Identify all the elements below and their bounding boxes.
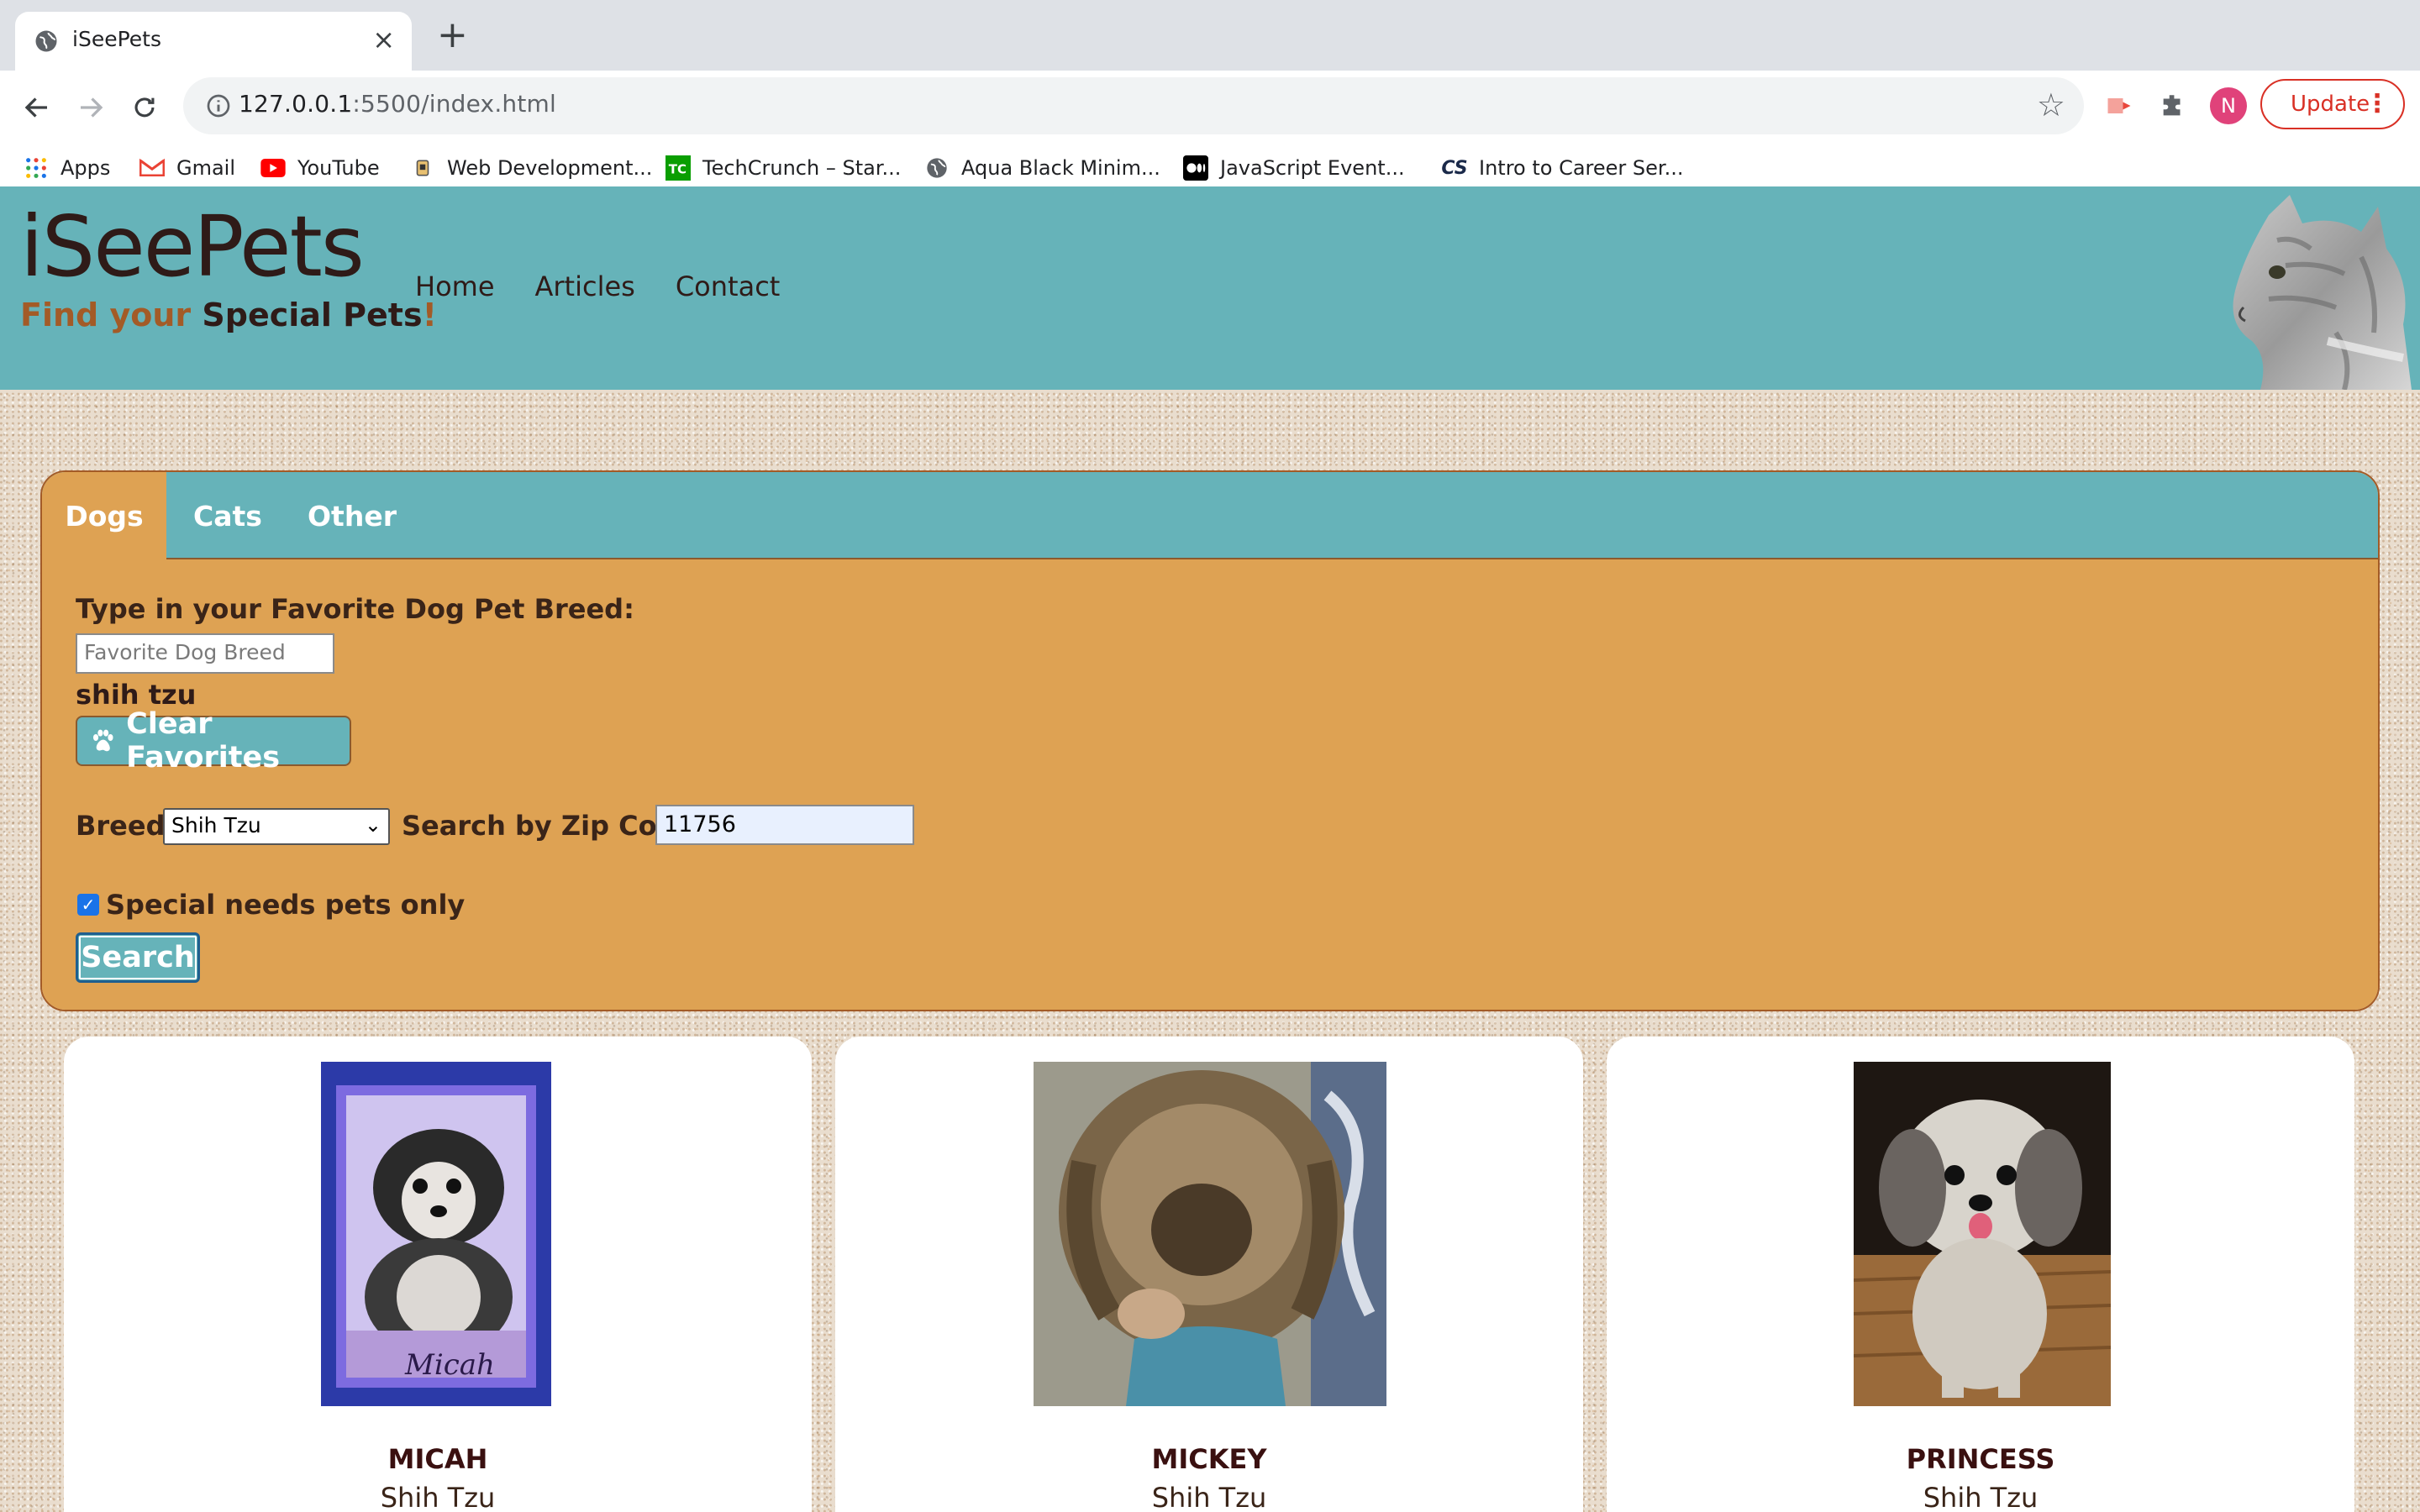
bookmark-favicon-icon <box>410 155 435 181</box>
address-bar[interactable]: 127.0.0.1:5500/index.html ☆ <box>183 77 2084 134</box>
favorite-breed-label: Type in your Favorite Dog Pet Breed: <box>76 593 634 625</box>
pet-breed: Shih Tzu <box>1923 1482 2039 1512</box>
browser-tabstrip: iSeePets × + <box>0 0 2420 71</box>
bookmark-web-development[interactable]: Web Development... <box>410 150 652 186</box>
arrow-right-icon <box>81 97 103 118</box>
paw-icon <box>92 729 113 752</box>
cs-icon: CS <box>1441 157 1468 179</box>
close-tab-icon[interactable]: × <box>372 23 395 56</box>
svg-text:TC: TC <box>669 161 687 176</box>
reload-button[interactable] <box>119 82 170 133</box>
pet-name: MICAH <box>387 1443 488 1475</box>
search-button[interactable]: Search <box>76 932 200 983</box>
svg-text:Micah: Micah <box>404 1348 495 1382</box>
bookmark-apps[interactable]: Apps <box>24 150 110 186</box>
new-tab-button[interactable]: + <box>437 17 468 54</box>
arrow-left-icon <box>24 97 47 118</box>
pet-type-tabs: Dogs Cats Other <box>42 472 2378 559</box>
pet-card[interactable]: MICKEY Shih Tzu <box>835 1037 1583 1512</box>
info-icon[interactable] <box>205 92 232 119</box>
zip-code-input[interactable]: 11756 <box>655 805 914 845</box>
pet-name: PRINCESS <box>1906 1443 2055 1475</box>
nav-home-link[interactable]: Home <box>415 270 495 302</box>
globe-icon <box>924 155 950 181</box>
favorite-breed-input[interactable]: Favorite Dog Breed <box>76 633 334 674</box>
pet-card[interactable]: Micah MICAH Shih Tzu <box>64 1037 812 1512</box>
clear-favorites-button[interactable]: Clear Favorites <box>76 707 351 774</box>
techcrunch-icon: TC <box>666 155 691 181</box>
youtube-icon <box>260 155 286 181</box>
pet-card[interactable]: PRINCESS Shih Tzu <box>1607 1037 2354 1512</box>
pet-name: MICKEY <box>1151 1443 1267 1475</box>
globe-icon <box>35 30 57 52</box>
pet-photo-micah: Micah <box>321 1062 551 1406</box>
browser-tab[interactable]: iSeePets × <box>15 12 412 71</box>
breed-select[interactable]: Shih Tzu ⌄ <box>163 808 390 845</box>
bookmarks-bar: Apps Gmail YouTube Web Development... TC… <box>0 143 2420 193</box>
pet-breed: Shih Tzu <box>380 1482 496 1512</box>
tab-other[interactable]: Other <box>308 472 397 559</box>
page-content: iSeePets Find your Special Pets! Home Ar… <box>0 186 2420 1512</box>
cast-extension-icon[interactable] <box>2101 87 2138 124</box>
profile-avatar[interactable]: N <box>2210 87 2247 124</box>
tab-cats[interactable]: Cats <box>193 472 262 559</box>
nav-articles-link[interactable]: Articles <box>535 270 635 302</box>
bookmark-techcrunch[interactable]: TC TechCrunch – Star... <box>666 150 901 186</box>
chevron-down-icon: ⌄ <box>364 813 381 837</box>
tab-title: iSeePets <box>72 27 161 51</box>
main-nav: Home Articles Contact <box>415 270 780 302</box>
pet-photo-mickey <box>1034 1062 1386 1406</box>
bookmark-star-icon[interactable]: ☆ <box>2037 87 2065 123</box>
back-button[interactable] <box>12 82 62 133</box>
special-needs-checkbox[interactable]: ✓ <box>77 894 99 916</box>
dogs-search-form: Type in your Favorite Dog Pet Breed: Fav… <box>42 559 2378 1010</box>
pet-breed: Shih Tzu <box>1151 1482 1267 1512</box>
menu-dots-icon[interactable]: ⋮ <box>2365 89 2390 119</box>
site-header: iSeePets Find your Special Pets! Home Ar… <box>0 186 2420 390</box>
bookmark-youtube[interactable]: YouTube <box>260 150 380 186</box>
gmail-icon <box>139 155 165 181</box>
apps-grid-icon <box>24 155 49 181</box>
medium-icon <box>1183 155 1208 181</box>
forward-button[interactable] <box>66 82 116 133</box>
bookmark-javascript-event[interactable]: JavaScript Event... <box>1183 150 1405 186</box>
tab-dogs[interactable]: Dogs <box>42 472 166 559</box>
extensions-puzzle-icon[interactable] <box>2154 87 2191 124</box>
breed-label: Breed: <box>76 810 176 842</box>
nav-contact-link[interactable]: Contact <box>676 270 781 302</box>
special-needs-label: Special needs pets only <box>106 889 466 921</box>
bookmark-intro-career[interactable]: CS Intro to Career Ser... <box>1441 150 1683 186</box>
reload-icon <box>134 97 155 118</box>
pet-photo-princess <box>1854 1062 2111 1406</box>
bookmark-aqua-black[interactable]: Aqua Black Minim... <box>924 150 1160 186</box>
site-logo[interactable]: iSeePets <box>20 197 365 297</box>
cat-header-image <box>2233 195 2412 390</box>
site-tagline: Find your Special Pets! <box>20 297 437 333</box>
search-panel: Dogs Cats Other Type in your Favorite Do… <box>40 470 2380 1011</box>
browser-toolbar: 127.0.0.1:5500/index.html ☆ N Update ⋮ A… <box>0 71 2420 202</box>
bookmark-gmail[interactable]: Gmail <box>139 150 235 186</box>
update-button[interactable]: Update ⋮ <box>2260 79 2405 129</box>
favorite-breed-value: shih tzu <box>76 679 197 711</box>
url-text[interactable]: 127.0.0.1:5500/index.html <box>239 90 556 118</box>
